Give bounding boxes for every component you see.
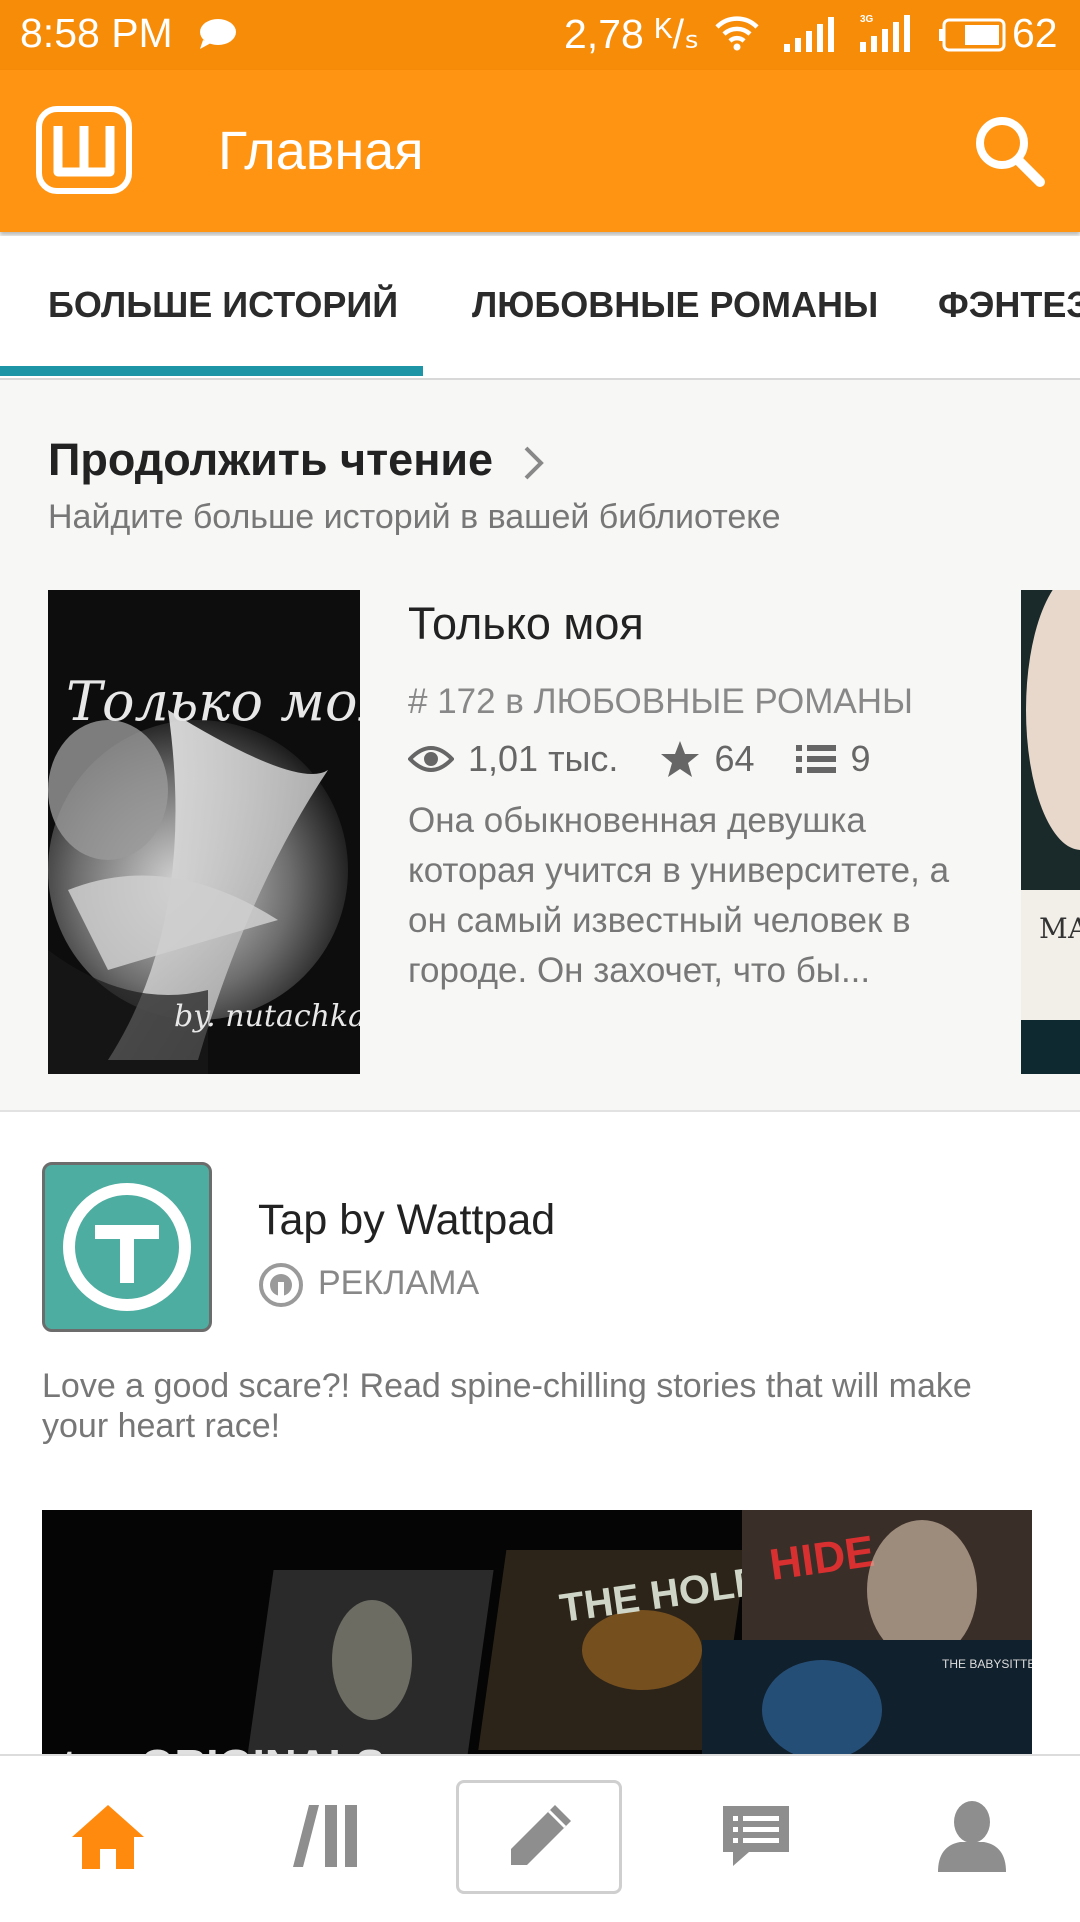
next-story-cover-image: МА ДИ xyxy=(1021,590,1080,1074)
svg-text:3G: 3G xyxy=(860,14,874,25)
star-icon xyxy=(661,741,700,777)
ad-banner[interactable]: THE HOLE HIDE THE BABYSITTER tap ORIGINA… xyxy=(42,1510,1032,1772)
story-votes-count: 64 xyxy=(714,738,755,779)
page-title: Главная xyxy=(218,121,424,181)
story-votes: 64 xyxy=(660,738,754,780)
continue-reading-subtitle: Найдите больше историй в вашей библиотек… xyxy=(48,498,781,536)
ad-description: Love a good scare?! Read spine-chilling … xyxy=(42,1367,972,1445)
status-bar: 8:58 PM 2,78 ᴷ/ₛ 3G 62 xyxy=(0,0,1080,70)
story-parts: 9 xyxy=(796,738,871,780)
story-cover-image: Только моя by. nutachkal xyxy=(48,590,360,1074)
tab-more-stories[interactable]: БОЛЬШЕ ИСТОРИЙ xyxy=(48,284,398,326)
wifi-icon xyxy=(715,16,759,51)
network-speed: 2,78 ᴷ/ₛ xyxy=(564,11,700,57)
nav-profile-button[interactable] xyxy=(912,1786,1032,1886)
next-story-cover-text: МА ДИ xyxy=(1039,912,1080,945)
chevron-right-icon[interactable] xyxy=(522,444,546,482)
bottom-navigation xyxy=(0,1754,1080,1922)
continue-reading-title[interactable]: Продолжить чтение xyxy=(48,434,493,486)
pencil-icon xyxy=(511,1805,571,1865)
story-title[interactable]: Только моя xyxy=(408,598,644,650)
ad-badge-icon xyxy=(259,1263,303,1307)
nav-messages-button[interactable] xyxy=(696,1786,816,1886)
next-story-cover[interactable]: МА ДИ xyxy=(1021,590,1080,1074)
tap-logo-icon xyxy=(63,1183,191,1311)
tab-romance[interactable]: ЛЮБОВНЫЕ РОМАНЫ xyxy=(472,284,878,326)
eye-icon xyxy=(408,746,454,772)
ad-card[interactable]: Tap by Wattpad РЕКЛАМА Love a good scare… xyxy=(0,1110,1080,1772)
signal-icon xyxy=(784,17,834,52)
nav-write-button[interactable] xyxy=(456,1780,622,1894)
app-bar: Главная xyxy=(0,70,1080,232)
ad-app-name[interactable]: Tap by Wattpad xyxy=(258,1196,555,1245)
messages-icon xyxy=(723,1806,789,1866)
profile-icon xyxy=(938,1801,1006,1872)
battery-icon xyxy=(939,18,1006,52)
category-tabs: БОЛЬШЕ ИСТОРИЙ ЛЮБОВНЫЕ РОМАНЫ ФЭНТЕЗИ xyxy=(0,236,1080,380)
message-notification-icon xyxy=(200,19,236,49)
ad-label: РЕКЛАМА xyxy=(318,1264,480,1302)
home-icon xyxy=(72,1805,144,1869)
story-stats: 1,01 тыс. 64 9 xyxy=(408,734,913,784)
library-icon xyxy=(293,1805,357,1867)
active-tab-indicator xyxy=(0,366,423,376)
story-views: 1,01 тыс. xyxy=(408,738,618,780)
search-icon[interactable] xyxy=(968,110,1048,190)
tab-fantasy[interactable]: ФЭНТЕЗИ xyxy=(938,284,1080,326)
status-time: 8:58 PM xyxy=(20,10,173,56)
wattpad-logo-icon[interactable] xyxy=(36,106,132,194)
story-cover-title: Только моя xyxy=(66,670,360,733)
ad-banner-image: THE HOLE HIDE THE BABYSITTER tap ORIGINA… xyxy=(42,1510,1032,1772)
story-rank: # 172 в ЛЮБОВНЫЕ РОМАНЫ xyxy=(408,682,913,721)
signal-3g-icon: 3G xyxy=(860,14,910,52)
story-views-count: 1,01 тыс. xyxy=(468,738,619,779)
tap-app-icon[interactable] xyxy=(42,1162,212,1332)
banner-title-babysitter: THE BABYSITTER xyxy=(942,1657,1032,1671)
battery-percentage: 62 xyxy=(1012,10,1058,56)
story-cover-author: by. nutachkal xyxy=(174,999,360,1034)
nav-home-button[interactable] xyxy=(48,1786,168,1886)
list-icon xyxy=(796,745,837,773)
story-description: Она обыкновенная девушка которая учится … xyxy=(408,801,950,990)
nav-library-button[interactable] xyxy=(264,1786,384,1886)
story-cover[interactable]: Только моя by. nutachkal xyxy=(48,590,360,1074)
story-parts-count: 9 xyxy=(850,738,871,779)
